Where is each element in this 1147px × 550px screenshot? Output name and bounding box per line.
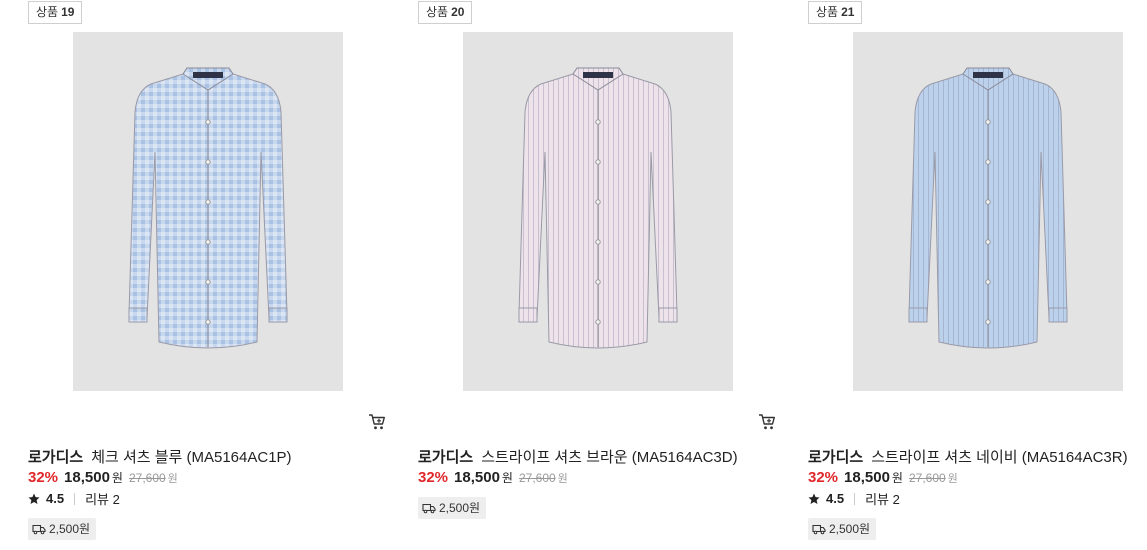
discount-rate: 32% — [28, 469, 59, 486]
product-name: 체크 셔츠 블루 (MA5164AC1P) — [91, 449, 292, 466]
cart-icon[interactable] — [758, 413, 776, 431]
rating-row: 4.5 리뷰 2 — [808, 489, 900, 508]
truck-icon — [812, 524, 826, 535]
brand-name: 로가디스 — [808, 449, 864, 466]
original-price: 27,600 — [518, 471, 556, 485]
rating-value: 4.5 — [46, 491, 65, 506]
discount-rate: 32% — [418, 469, 449, 486]
review-count[interactable]: 리뷰 2 — [85, 489, 120, 508]
discount-rate: 32% — [808, 469, 839, 486]
brand-name: 로가디스 — [28, 449, 84, 466]
star-icon — [28, 493, 40, 504]
product-index-badge: 상품 21 — [808, 1, 863, 24]
price-row: 32% 18,500 원 27,600 원 — [28, 469, 178, 486]
product-image[interactable] — [463, 32, 733, 391]
star-icon — [808, 493, 820, 504]
product-image[interactable] — [73, 32, 343, 391]
original-price: 27,600 — [908, 471, 946, 485]
product-title[interactable]: 로가디스 체크 셔츠 블루 (MA5164AC1P) — [28, 446, 292, 467]
brand-name: 로가디스 — [418, 449, 474, 466]
rating-value: 4.5 — [826, 491, 845, 506]
shipping-fee-badge: 2,500원 — [808, 518, 877, 540]
product-title[interactable]: 로가디스 스트라이프 셔츠 브라운 (MA5164AC3D) — [418, 446, 738, 467]
product-title[interactable]: 로가디스 스트라이프 셔츠 네이비 (MA5164AC3R) — [808, 446, 1128, 467]
original-price: 27,600 — [128, 471, 166, 485]
shipping-fee-badge: 2,500원 — [28, 518, 97, 540]
rating-row: 4.5 리뷰 2 — [28, 489, 120, 508]
price-row: 32% 18,500 원 27,600 원 — [418, 469, 568, 486]
product-card-20[interactable]: 상품 20 로가디스 스트라이프 셔츠 브라운 (MA5164AC3D) 32% 18… — [418, 0, 778, 550]
sale-price: 18,500 — [64, 469, 110, 486]
product-name: 스트라이프 셔츠 브라운 (MA5164AC3D) — [481, 449, 738, 466]
price-row: 32% 18,500 원 27,600 원 — [808, 469, 958, 486]
divider — [854, 492, 856, 505]
cart-icon[interactable] — [368, 413, 386, 431]
sale-price: 18,500 — [844, 469, 890, 486]
truck-icon — [32, 524, 46, 535]
shipping-fee-badge: 2,500원 — [418, 497, 487, 519]
product-card-19[interactable]: 상품 19 로가디스 체크 셔츠 블루 (MA5164AC1P) 32% 18,500… — [28, 0, 388, 550]
truck-icon — [422, 503, 436, 514]
product-name: 스트라이프 셔츠 네이비 (MA5164AC3R) — [871, 449, 1128, 466]
product-image[interactable] — [853, 32, 1123, 391]
product-index-badge: 상품 19 — [28, 1, 83, 24]
divider — [74, 492, 76, 505]
review-count[interactable]: 리뷰 2 — [865, 489, 900, 508]
product-index-badge: 상품 20 — [418, 1, 473, 24]
product-card-21[interactable]: 상품 21 로가디스 스트라이프 셔츠 네이비 (MA5164AC3R) 32% 18… — [808, 0, 1147, 550]
sale-price: 18,500 — [454, 469, 500, 486]
